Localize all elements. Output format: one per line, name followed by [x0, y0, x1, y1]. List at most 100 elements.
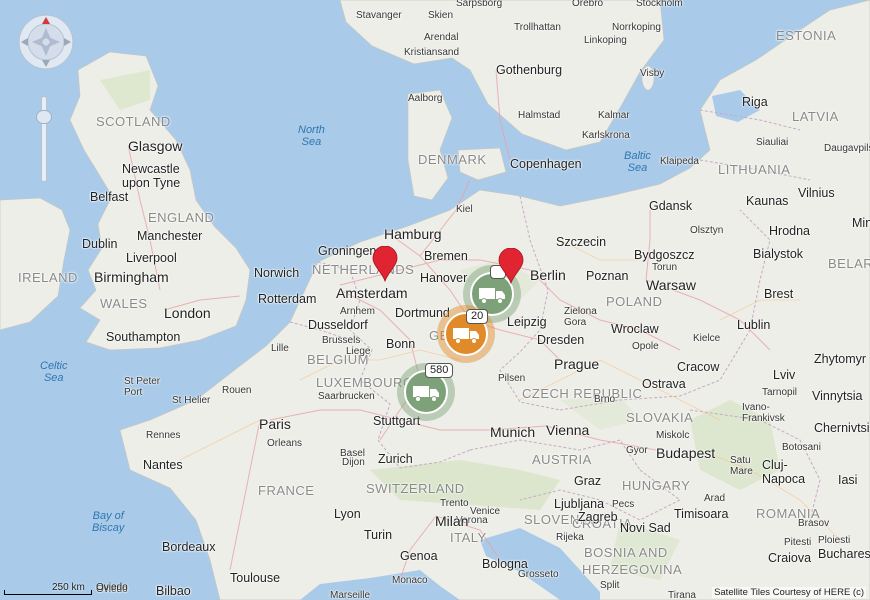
city-label-major: Warsaw — [646, 277, 697, 293]
city-label-small: Monaco — [392, 575, 428, 586]
city-label-small: St Peter Port — [124, 376, 161, 398]
pin-amsterdam[interactable] — [372, 245, 398, 283]
city-label-small: Norrkoping — [612, 22, 661, 33]
pan-compass-icon[interactable] — [16, 12, 76, 72]
city-label-small: Karlskrona — [582, 130, 630, 141]
city-label: Liverpool — [126, 251, 177, 265]
zoom-slider-track[interactable] — [41, 96, 47, 182]
city-label-small: Klaipeda — [660, 156, 699, 167]
city-label-small: Rouen — [222, 385, 252, 396]
city-label-small: Brasov — [798, 518, 830, 529]
country-label: HERZEGOVINA — [582, 562, 683, 577]
city-label-small: Arendal — [424, 32, 459, 43]
country-label: HUNGARY — [622, 478, 691, 493]
city-label: Riga — [742, 95, 768, 109]
city-label-small: Botosani — [782, 442, 821, 453]
city-label-small: Orleans — [267, 438, 303, 449]
city-label-small: Kiel — [456, 204, 473, 215]
city-label: Lviv — [773, 368, 796, 382]
city-label: Groningen — [318, 244, 377, 258]
city-label: Bydgoszcz — [634, 248, 695, 262]
cluster-count-badge: 20 — [466, 309, 489, 324]
country-label: POLAND — [606, 294, 663, 309]
city-label-small: Daugavpils — [824, 143, 870, 154]
city-label-major: Paris — [259, 416, 291, 432]
city-label-small: Pecs — [612, 499, 635, 510]
city-label-small: Satu Mare — [730, 455, 753, 477]
city-label: Bilbao — [156, 584, 191, 598]
scale-label: 250 km — [52, 582, 85, 593]
city-label-small: Torun — [652, 262, 678, 273]
country-label: LITHUANIA — [718, 162, 791, 177]
city-label: Dusseldorf — [308, 318, 368, 332]
map-scale: 250 km Oviedo — [4, 582, 128, 596]
city-label-small: Rijeka — [556, 532, 584, 543]
city-label-small: Brno — [594, 394, 616, 405]
sea-label: North Sea — [298, 124, 325, 148]
city-label: Novi Sad — [620, 521, 671, 535]
city-label-small: Gyor — [626, 445, 648, 456]
city-label: Dublin — [82, 237, 118, 251]
city-label: Iasi — [838, 473, 858, 487]
city-label-small: Tarnopil — [762, 387, 798, 398]
country-label: DENMARK — [418, 152, 487, 167]
city-label: Bordeaux — [162, 540, 216, 554]
city-label-major: Milan — [435, 513, 469, 529]
city-label-major: Budapest — [656, 445, 716, 461]
country-label: SWITZERLAND — [366, 481, 465, 496]
city-label-major: Amsterdam — [336, 285, 408, 301]
country-label: IRELAND — [18, 270, 78, 285]
city-label: Dresden — [537, 333, 585, 347]
city-label: Bremen — [424, 249, 468, 263]
city-label-small: Trollhattan — [514, 22, 561, 33]
city-label-small: Skien — [428, 10, 454, 21]
city-label-small: Ivano- Frankivsk — [742, 402, 785, 424]
city-label-small: Lille — [271, 343, 289, 354]
city-label-small: Tirana — [668, 590, 696, 600]
city-label-small: Miskolc — [656, 430, 690, 441]
city-label: Brest — [764, 287, 794, 301]
city-label-small: Liege — [346, 346, 371, 357]
city-label-major: Munich — [490, 424, 536, 440]
zoom-slider-thumb[interactable] — [36, 110, 52, 124]
city-label: Cracow — [677, 360, 720, 374]
sea-label: Celtic Sea — [40, 360, 68, 384]
city-label: Zagreb — [578, 510, 618, 524]
city-label-major: Prague — [554, 356, 600, 372]
city-label: Turin — [364, 528, 393, 542]
city-label-small: St Helier — [172, 395, 211, 406]
country-label: ENGLAND — [148, 210, 215, 225]
city-label: Graz — [574, 474, 602, 488]
city-label-major: Glasgow — [128, 138, 183, 154]
city-label: Bonn — [386, 337, 416, 351]
cluster-count-badge: 580 — [425, 363, 454, 378]
city-label-small: Opole — [632, 341, 659, 352]
city-label-major: Hamburg — [384, 226, 442, 242]
city-label: Ljubljana — [554, 497, 605, 511]
city-label: Lublin — [737, 318, 771, 332]
city-label: Kaunas — [746, 194, 789, 208]
city-label: Manchester — [137, 229, 203, 243]
city-label-small: Kielce — [693, 333, 721, 344]
country-label: LATVIA — [792, 109, 839, 124]
city-label-small: Kalmar — [598, 110, 630, 121]
city-label: Hrodna — [769, 224, 810, 238]
city-label-small: Kristiansand — [404, 47, 460, 58]
city-label-small: Saarbrucken — [318, 391, 375, 402]
pan-control[interactable] — [16, 12, 76, 72]
city-label: Norwich — [254, 266, 300, 280]
city-label-small: Arnhem — [340, 306, 376, 317]
city-label: Cluj- Napoca — [762, 458, 806, 486]
city-label: Ostrava — [642, 377, 686, 391]
city-label-small: Arad — [704, 493, 726, 504]
map-pin-icon — [372, 245, 398, 283]
city-label-small: Pitesti — [784, 537, 812, 548]
city-label-major: Birmingham — [94, 269, 169, 285]
city-label: Vilnius — [798, 186, 835, 200]
city-label: Zurich — [378, 452, 413, 466]
city-label-small: Visby — [640, 68, 665, 79]
city-label: Szczecin — [556, 235, 607, 249]
country-label: WALES — [100, 296, 148, 311]
pin-berlin[interactable] — [498, 247, 524, 285]
city-label: Minsk — [852, 216, 870, 230]
